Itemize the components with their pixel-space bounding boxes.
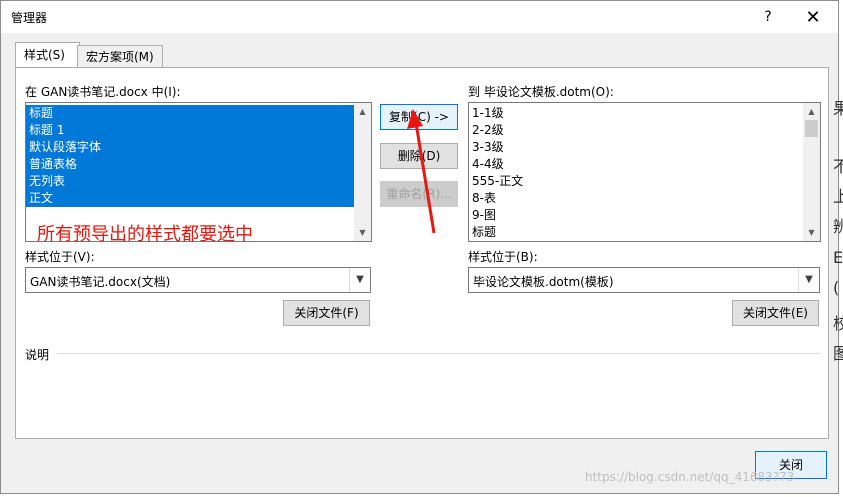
annotation-text: 所有预导出的样式都要选中 — [37, 224, 253, 245]
left-list-scrollbar[interactable]: ▲ ▼ — [354, 103, 371, 241]
close-icon[interactable]: ✕ — [791, 1, 835, 33]
left-close-file-button[interactable]: 关闭文件(F) — [283, 300, 370, 326]
right-list-scrollbar[interactable]: ▲ ▼ — [803, 103, 820, 241]
scroll-down-icon[interactable]: ▼ — [803, 224, 820, 241]
list-item[interactable]: 默认段落字体 — [26, 139, 371, 156]
scroll-thumb[interactable] — [805, 120, 818, 137]
tab-macro-items[interactable]: 宏方案项(M) — [77, 45, 163, 68]
list-item[interactable]: 标题 — [469, 224, 820, 241]
right-close-file-button[interactable]: 关闭文件(E) — [732, 300, 819, 326]
background-text: 校 — [833, 314, 843, 333]
background-text: 不 — [833, 157, 843, 176]
title-bar: 管理器 ? ✕ — [1, 1, 838, 33]
chevron-down-icon[interactable]: ▼ — [798, 268, 819, 292]
background-text: 图 — [833, 344, 843, 363]
left-list-label: 在 GAN读书笔记.docx 中(I): — [25, 85, 181, 99]
chevron-down-icon[interactable]: ▼ — [349, 268, 370, 292]
background-text: ( — [833, 278, 840, 297]
right-location-label: 样式位于(B): — [468, 250, 538, 264]
right-location-select[interactable]: 毕设论文模板.dotm(模板) ▼ — [468, 267, 820, 293]
scroll-up-icon[interactable]: ▲ — [803, 103, 820, 120]
scroll-down-icon[interactable]: ▼ — [354, 224, 371, 241]
help-button[interactable]: ? — [746, 1, 790, 33]
background-text: 上 — [833, 187, 843, 206]
background-text: 辨 — [833, 217, 843, 236]
list-item[interactable]: 555-正文 — [469, 173, 820, 190]
description-label: 说明 — [25, 348, 50, 362]
tab-styles[interactable]: 样式(S) — [15, 42, 80, 69]
watermark: https://blog.csdn.net/qq_41683?73 — [585, 470, 795, 484]
dialog-title: 管理器 — [11, 11, 48, 25]
list-item[interactable]: 8-表 — [469, 190, 820, 207]
list-item[interactable]: 4-4级 — [469, 156, 820, 173]
left-location-label: 样式位于(V): — [25, 250, 95, 264]
left-location-select[interactable]: GAN读书笔记.docx(文档) ▼ — [25, 267, 371, 293]
right-location-value: 毕设论文模板.dotm(模板) — [473, 275, 614, 289]
description-divider — [57, 353, 821, 354]
scroll-up-icon[interactable]: ▲ — [354, 103, 371, 120]
list-item[interactable]: 2-2级 — [469, 122, 820, 139]
background-text: 果 — [833, 99, 843, 118]
list-item[interactable]: 标题 — [26, 105, 371, 122]
manager-dialog: 管理器 ? ✕ 样式(S) 宏方案项(M) 在 GAN读书笔记.docx 中(I… — [0, 0, 839, 494]
list-item[interactable]: 普通表格 — [26, 156, 371, 173]
left-location-value: GAN读书笔记.docx(文档) — [30, 275, 171, 289]
right-style-list[interactable]: 1-1级 2-2级 3-3级 4-4级 555-正文 8-表 9-图 标题 ▲ … — [468, 102, 821, 242]
background-text: E — [833, 248, 843, 267]
list-item[interactable]: 1-1级 — [469, 105, 820, 122]
annotation-arrow-icon — [407, 109, 436, 234]
list-item[interactable]: 无列表 — [26, 173, 371, 190]
list-item[interactable]: 9-图 — [469, 207, 820, 224]
right-list-label: 到 毕设论文模板.dotm(O): — [468, 85, 614, 99]
list-item[interactable]: 标题 1 — [26, 122, 371, 139]
list-item[interactable]: 正文 — [26, 190, 371, 207]
list-item[interactable]: 3-3级 — [469, 139, 820, 156]
